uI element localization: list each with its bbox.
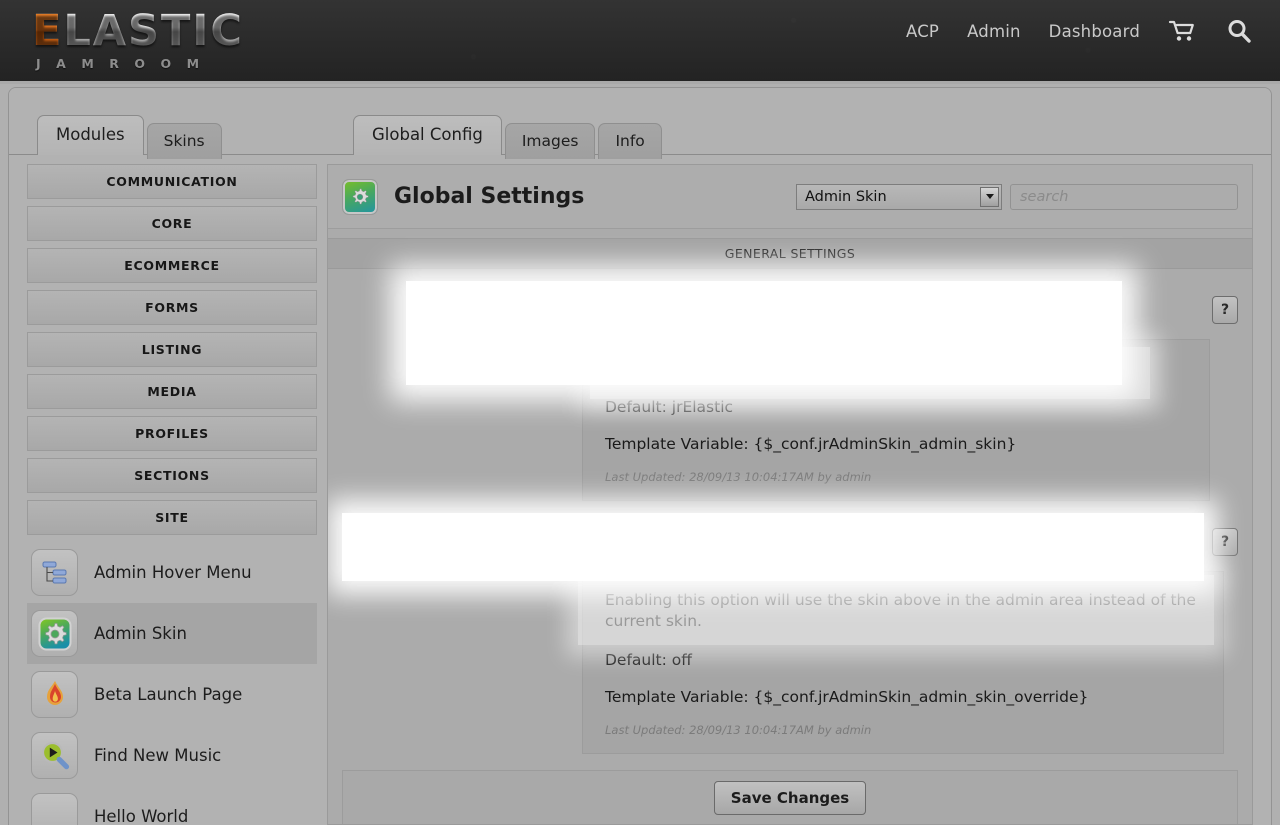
tab-info[interactable]: Info [598, 123, 661, 159]
gear-icon [342, 179, 378, 215]
module-item-admin-hover-menu[interactable]: Admin Hover Menu [27, 542, 317, 603]
setting-label: Admin Skin [342, 302, 568, 321]
sidebar-category-communication[interactable]: COMMUNICATION [27, 164, 317, 199]
section-header-general-settings: GENERAL SETTINGS [328, 238, 1252, 269]
logo-letter-e: E [32, 6, 63, 56]
top-nav: ACP Admin Dashboard [906, 18, 1252, 44]
tab-modules[interactable]: Modules [37, 115, 144, 155]
module-label: Admin Skin [94, 624, 187, 643]
logo-subtitle: JAMROOM [36, 56, 244, 71]
spacer [328, 269, 1252, 283]
module-item-beta-launch-page[interactable]: Beta Launch Page [27, 664, 317, 725]
logo-letters-rest: LASTIC [63, 6, 244, 56]
help-template-variable: Template Variable: {$_conf.jrAdminSkin_a… [605, 688, 1201, 706]
nav-item-acp[interactable]: ACP [906, 22, 939, 41]
help-default: Default: off [605, 651, 1201, 669]
sidebar: COMMUNICATION CORE ECOMMERCE FORMS LISTI… [9, 155, 327, 825]
help-default: Default: jrElastic [605, 398, 1187, 416]
module-label: Hello World [94, 807, 188, 825]
sidebar-category-profiles[interactable]: PROFILES [27, 416, 317, 451]
module-list: Admin Hover Menu [27, 542, 317, 825]
tab-bar: Modules Skins Global Config Images Info [9, 88, 1271, 155]
help-last-updated: Last Updated: 28/09/13 10:04:17AM by adm… [605, 470, 1187, 484]
sidebar-category-site[interactable]: SITE [27, 500, 317, 535]
site-logo[interactable]: ELASTIC JAMROOM [32, 8, 244, 71]
page-body: COMMUNICATION CORE ECOMMERCE FORMS LISTI… [9, 155, 1271, 825]
nav-item-admin[interactable]: Admin [967, 22, 1021, 41]
help-button[interactable]: ? [1212, 528, 1238, 556]
admin-skin-select-value: jrSage [578, 302, 627, 320]
logo-wordmark: ELASTIC [32, 8, 244, 54]
hover-menu-icon [31, 549, 78, 596]
help-description: Enabling this option will use the skin a… [605, 590, 1201, 632]
sidebar-category-core[interactable]: CORE [27, 206, 317, 241]
module-label: Beta Launch Page [94, 685, 242, 704]
tab-global-config[interactable]: Global Config [353, 115, 502, 155]
chevron-down-icon[interactable] [980, 187, 999, 207]
magnifier-play-icon [31, 732, 78, 779]
sidebar-category-listing[interactable]: LISTING [27, 332, 317, 367]
help-description: This is the name of the skin to display … [605, 358, 1187, 379]
help-template-variable: Template Variable: {$_conf.jrAdminSkin_a… [605, 435, 1187, 453]
panel-header: Global Settings Admin Skin search [328, 165, 1252, 229]
setting-row-use-different-admin-skin: Use Different Admin Skin ? Enabling this… [328, 515, 1252, 754]
module-select[interactable]: Admin Skin [796, 184, 1002, 210]
search-placeholder: search [1020, 189, 1068, 205]
panel-header-controls: Admin Skin search [796, 184, 1238, 210]
site-header: ELASTIC JAMROOM ACP Admin Dashboard [0, 0, 1280, 84]
use-different-admin-skin-checkbox[interactable] [568, 534, 586, 552]
sidebar-category-media[interactable]: MEDIA [27, 374, 317, 409]
setting-row-admin-skin: Admin Skin jrSage ? This is the name of … [328, 283, 1252, 501]
module-label: Admin Hover Menu [94, 563, 252, 582]
flame-icon [31, 671, 78, 718]
save-changes-button[interactable]: Save Changes [714, 781, 866, 815]
help-button[interactable]: ? [1212, 296, 1238, 324]
module-select-value: Admin Skin [805, 189, 887, 205]
help-last-updated: Last Updated: 28/09/13 10:04:17AM by adm… [605, 723, 1201, 737]
setting-row-control: Use Different Admin Skin [342, 515, 1238, 571]
spacer [328, 501, 1252, 515]
settings-panel: Global Settings Admin Skin search GENERA… [327, 164, 1253, 825]
module-label: Find New Music [94, 746, 221, 765]
module-item-find-new-music[interactable]: Find New Music [27, 725, 317, 786]
setting-label: Use Different Admin Skin [342, 534, 568, 553]
module-item-admin-skin[interactable]: Admin Skin [27, 603, 317, 664]
page-title: Global Settings [394, 184, 584, 209]
tab-group-secondary: Global Config Images Info [353, 115, 662, 155]
sidebar-category-sections[interactable]: SECTIONS [27, 458, 317, 493]
module-item-hello-world[interactable]: Hello World [27, 786, 317, 825]
sidebar-category-forms[interactable]: FORMS [27, 290, 317, 325]
blank-icon [31, 793, 78, 825]
help-panel: Enabling this option will use the skin a… [582, 571, 1224, 754]
gear-icon [31, 610, 78, 657]
search-icon[interactable] [1226, 18, 1252, 44]
setting-row-control: Admin Skin jrSage [342, 283, 1238, 339]
sidebar-category-ecommerce[interactable]: ECOMMERCE [27, 248, 317, 283]
cart-icon[interactable] [1168, 19, 1198, 43]
panel-footer: Save Changes [342, 770, 1238, 825]
search-input[interactable]: search [1010, 184, 1238, 210]
chevron-down-icon[interactable] [1062, 300, 1082, 322]
tab-skins[interactable]: Skins [147, 123, 222, 159]
help-panel: This is the name of the skin to display … [582, 339, 1210, 501]
page-container: Modules Skins Global Config Images Info … [8, 87, 1272, 825]
tab-group-primary: Modules Skins [37, 115, 222, 155]
tab-images[interactable]: Images [505, 123, 596, 159]
admin-skin-select[interactable]: jrSage [568, 296, 1086, 326]
nav-item-dashboard[interactable]: Dashboard [1049, 22, 1140, 41]
